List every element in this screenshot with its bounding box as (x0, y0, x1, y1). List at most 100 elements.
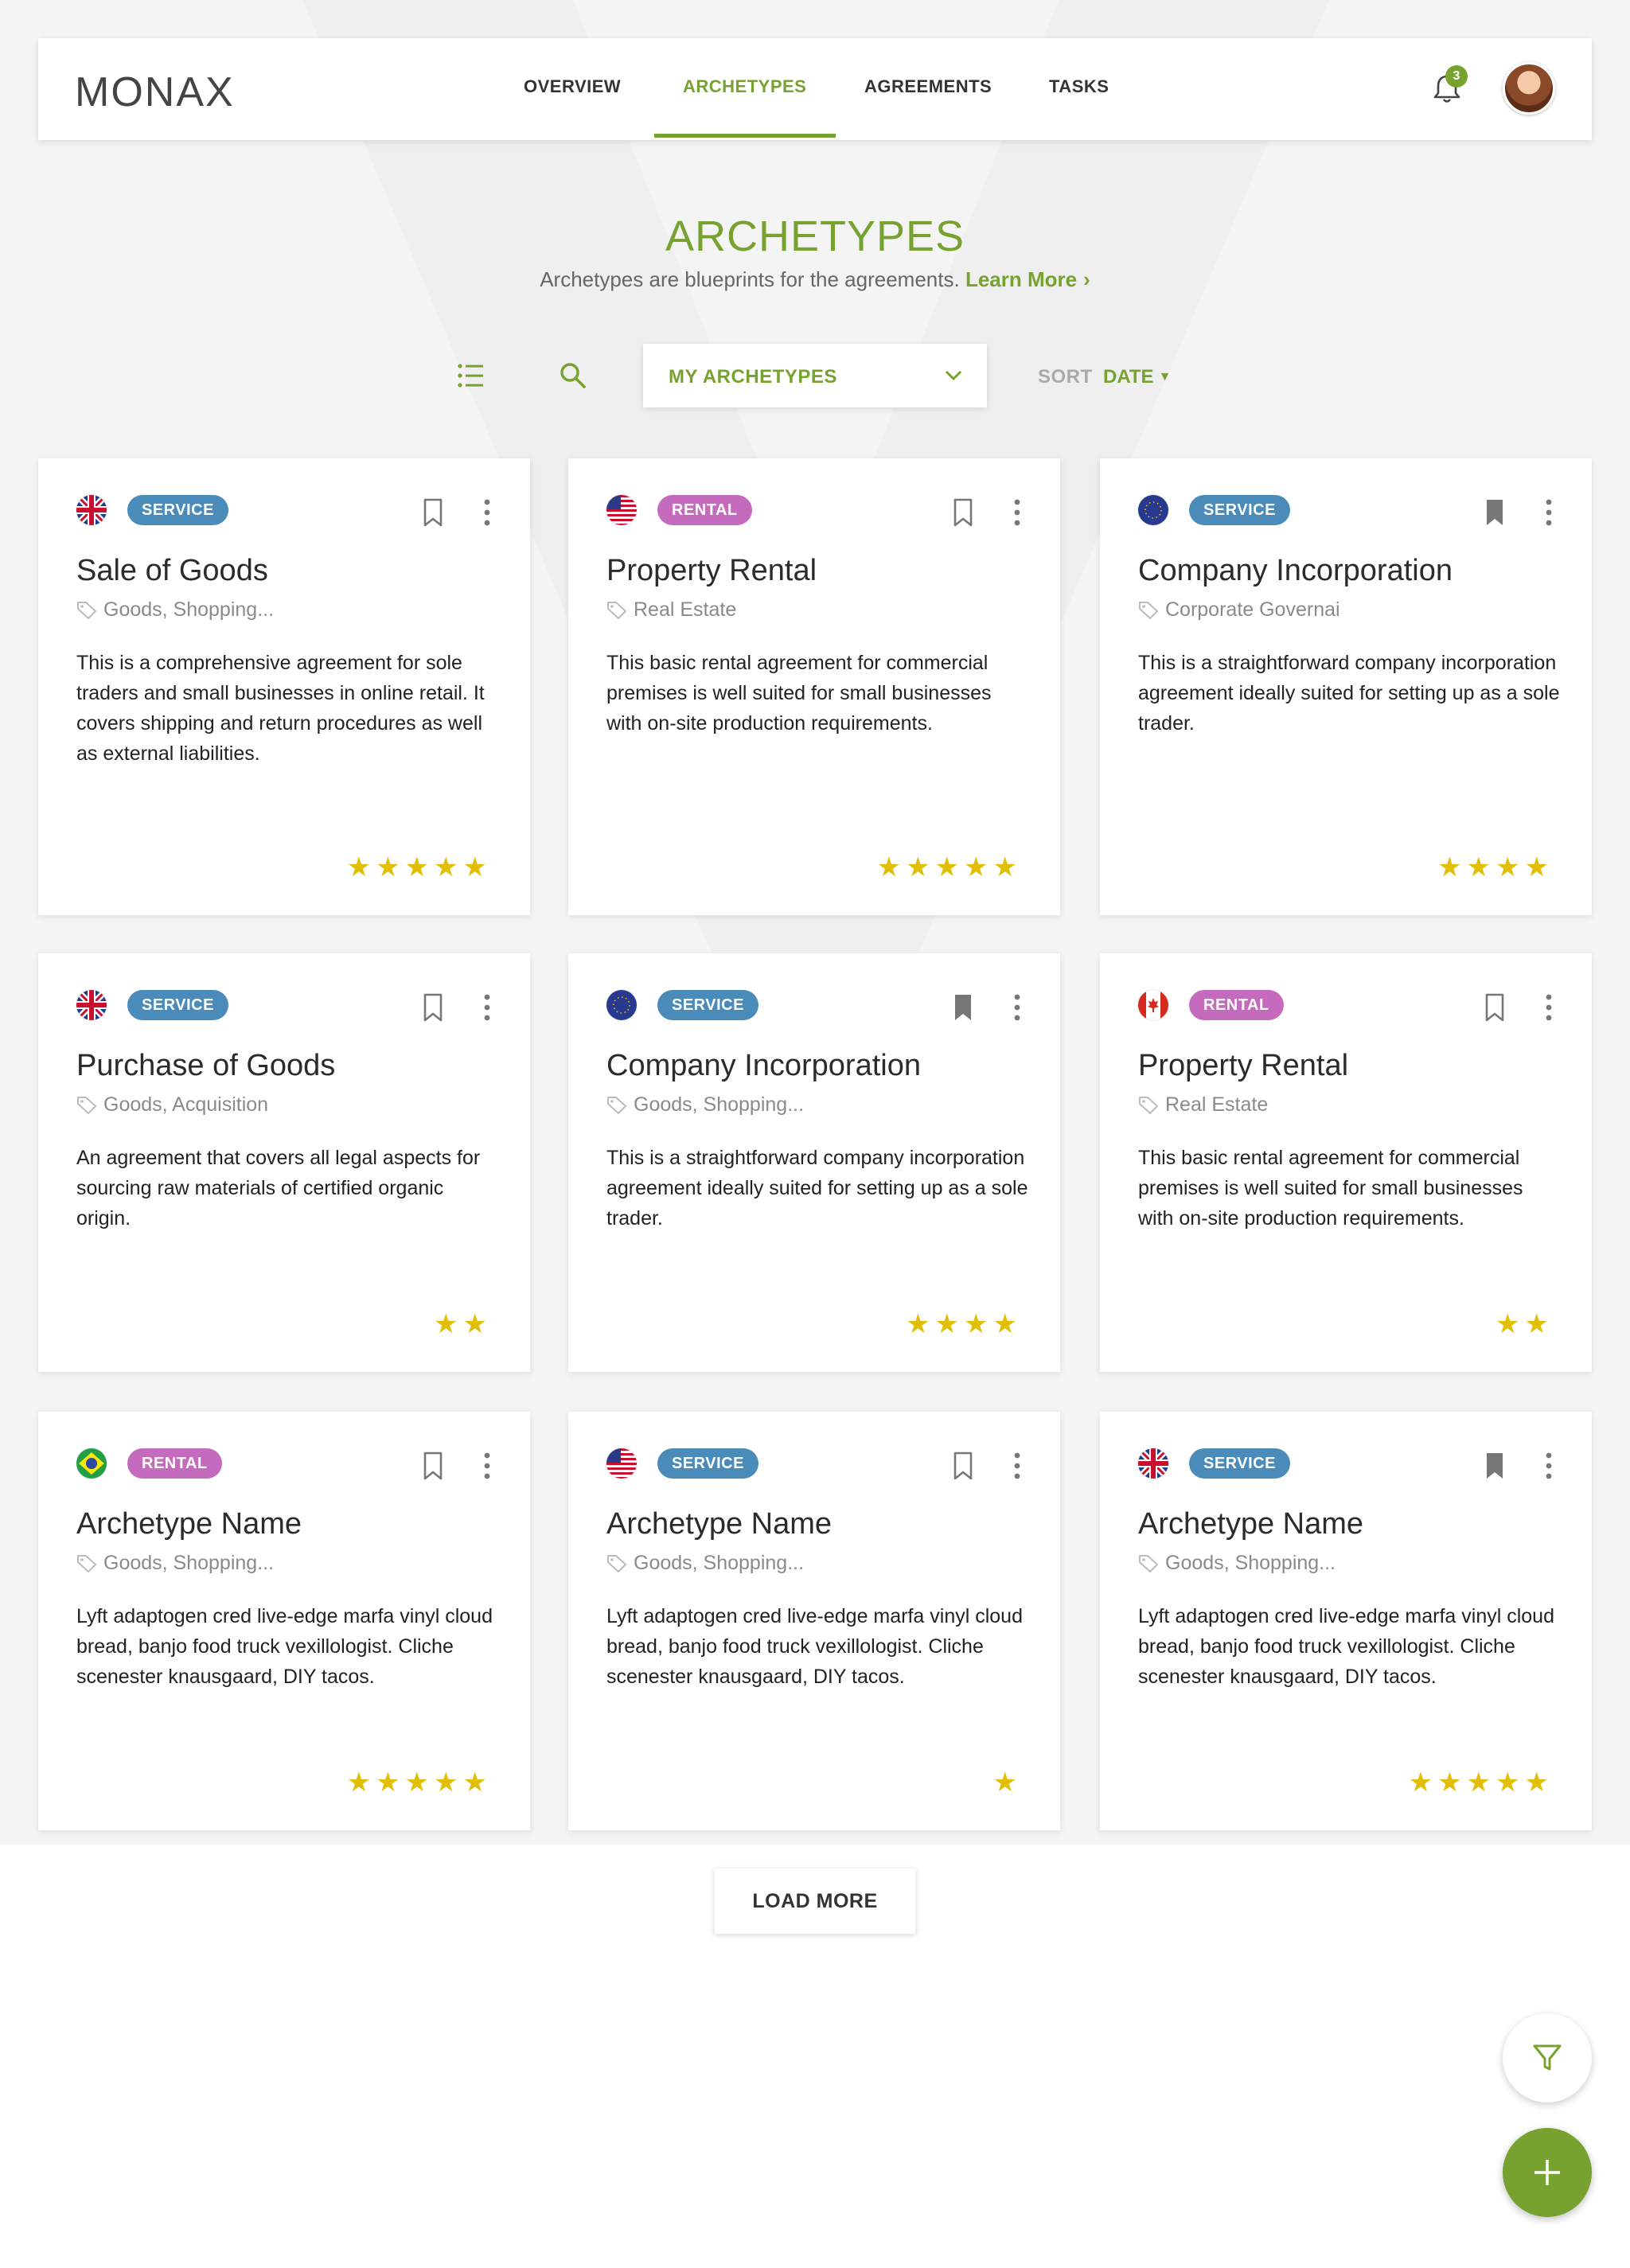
rating-stars: ★ (992, 1767, 1022, 1798)
card-description: Lyft adaptogen cred live-edge marfa viny… (1138, 1605, 1554, 1688)
card-tags: Goods, Shopping... (76, 1552, 274, 1578)
list-view-icon[interactable] (455, 360, 487, 392)
card-title[interactable]: Archetype Name (606, 1507, 832, 1541)
subtitle-text: Archetypes are blueprints for the agreem… (540, 267, 960, 291)
card-title[interactable]: Company Incorporation (606, 1049, 921, 1083)
card-description: An agreement that covers all legal aspec… (76, 1147, 481, 1229)
card-tags-text: Corporate Governai (1165, 598, 1340, 621)
flag-br-icon (76, 1448, 107, 1479)
more-options-icon[interactable] (479, 497, 495, 528)
flag-eu-icon (606, 990, 637, 1020)
card-tags: Goods, Shopping... (606, 1552, 804, 1578)
card-title[interactable]: Sale of Goods (76, 554, 268, 588)
bookmark-icon[interactable] (1482, 497, 1507, 528)
archetype-card[interactable]: RENTAL Archetype Name Goods, Shopping... Ly… (38, 1412, 530, 1830)
sort-value: DATE (1103, 366, 1154, 388)
page-subtitle: Archetypes are blueprints for the agreem… (0, 267, 1630, 292)
more-options-icon[interactable] (1541, 1450, 1557, 1482)
card-tags-text: Real Estate (634, 598, 737, 621)
archetype-card[interactable]: SERVICE Archetype Name Goods, Shopping... L… (1100, 1412, 1592, 1830)
more-options-icon[interactable] (1009, 1450, 1025, 1482)
card-title[interactable]: Purchase of Goods (76, 1049, 335, 1083)
rating-stars: ★★ (1495, 1309, 1554, 1339)
bookmark-icon[interactable] (950, 497, 976, 528)
flag-us-icon (606, 1448, 637, 1479)
load-more-button[interactable]: LOAD MORE (715, 1869, 915, 1934)
tag-icon (1138, 600, 1159, 625)
archetype-filter-select[interactable]: MY ARCHETYPES (643, 344, 987, 407)
bookmark-icon[interactable] (1482, 1450, 1507, 1482)
tag-icon (76, 1553, 97, 1578)
archetype-card[interactable]: SERVICE Company Incorporation Goods, Shopp… (568, 953, 1060, 1372)
tag-icon (606, 1095, 627, 1120)
rating-stars: ★★★★★ (876, 852, 1022, 883)
category-badge: RENTAL (1189, 990, 1284, 1020)
rating-stars: ★★★★★ (346, 1767, 492, 1798)
sort-select[interactable]: DATE ▼ (1103, 366, 1171, 388)
rating-stars: ★★★★ (1437, 852, 1554, 883)
more-options-icon[interactable] (1009, 992, 1025, 1023)
learn-more-link[interactable]: Learn More (965, 267, 1077, 291)
filter-fab[interactable] (1503, 2013, 1592, 2102)
more-options-icon[interactable] (479, 1450, 495, 1482)
filter-select-value: MY ARCHETYPES (669, 366, 837, 388)
card-title[interactable]: Archetype Name (76, 1507, 302, 1541)
bookmark-icon[interactable] (420, 1450, 446, 1482)
rating-stars: ★★★★★ (1408, 1767, 1554, 1798)
card-description: This is a comprehensive agreement for so… (76, 652, 485, 765)
nav-tasks[interactable]: TASKS (1049, 76, 1109, 97)
bookmark-icon[interactable] (420, 992, 446, 1023)
more-options-icon[interactable] (479, 992, 495, 1023)
archetype-card[interactable]: SERVICE Company Incorporation Corporate Go… (1100, 458, 1592, 915)
card-tags: Goods, Acquisition (76, 1093, 268, 1120)
notification-count-badge: 3 (1445, 65, 1468, 88)
flag-uk-icon (76, 495, 107, 525)
flag-uk-icon (1138, 1448, 1168, 1479)
card-tags-text: Goods, Shopping... (103, 598, 275, 621)
bookmark-icon[interactable] (950, 1450, 976, 1482)
tag-icon (1138, 1095, 1159, 1120)
card-title[interactable]: Property Rental (1138, 1049, 1348, 1083)
nav-archetypes[interactable]: ARCHETYPES (683, 76, 806, 97)
add-archetype-fab[interactable] (1503, 2128, 1592, 2217)
nav-overview[interactable]: OVERVIEW (524, 76, 621, 97)
category-badge: SERVICE (657, 990, 758, 1020)
bookmark-icon[interactable] (420, 497, 446, 528)
search-icon[interactable] (557, 360, 589, 392)
page-title: ARCHETYPES (665, 212, 965, 260)
card-tags-text: Goods, Shopping... (634, 1552, 805, 1574)
more-options-icon[interactable] (1009, 497, 1025, 528)
card-tags: Corporate Governai (1138, 598, 1340, 625)
chevron-right-icon[interactable]: › (1083, 267, 1090, 291)
user-avatar[interactable] (1503, 62, 1555, 115)
sort-label: SORT (1038, 366, 1093, 388)
more-options-icon[interactable] (1541, 497, 1557, 528)
archetype-card[interactable]: RENTAL Property Rental Real Estate This bas… (568, 458, 1060, 915)
bookmark-icon[interactable] (1482, 992, 1507, 1023)
tag-icon (606, 1553, 627, 1578)
archetype-card[interactable]: SERVICE Archetype Name Goods, Shopping... L… (568, 1412, 1060, 1830)
archetype-card[interactable]: RENTAL Property Rental Real Estate This bas… (1100, 953, 1592, 1372)
card-title[interactable]: Property Rental (606, 554, 817, 588)
tag-icon (606, 600, 627, 625)
nav-agreements[interactable]: AGREEMENTS (864, 76, 992, 97)
archetype-card[interactable]: SERVICE Purchase of Goods Goods, Acquisiti… (38, 953, 530, 1372)
active-tab-indicator (654, 134, 836, 138)
chevron-down-icon (945, 370, 962, 381)
category-badge: SERVICE (1189, 1448, 1290, 1479)
monax-logo[interactable]: MONAX (75, 68, 235, 116)
more-options-icon[interactable] (1541, 992, 1557, 1023)
category-badge: RENTAL (127, 1448, 222, 1479)
category-badge: RENTAL (657, 495, 752, 525)
rating-stars: ★★ (434, 1309, 492, 1339)
flag-ca-icon (1138, 990, 1168, 1020)
card-tags: Real Estate (1138, 1093, 1268, 1120)
card-title[interactable]: Company Incorporation (1138, 554, 1453, 588)
card-title[interactable]: Archetype Name (1138, 1507, 1363, 1541)
tag-icon (1138, 1553, 1159, 1578)
bookmark-icon[interactable] (950, 992, 976, 1023)
card-tags: Real Estate (606, 598, 736, 625)
archetype-card[interactable]: SERVICE Sale of Goods Goods, Shopping... Th… (38, 458, 530, 915)
plus-icon (1534, 2160, 1560, 2185)
card-description: This basic rental agreement for commerci… (1138, 1147, 1523, 1229)
